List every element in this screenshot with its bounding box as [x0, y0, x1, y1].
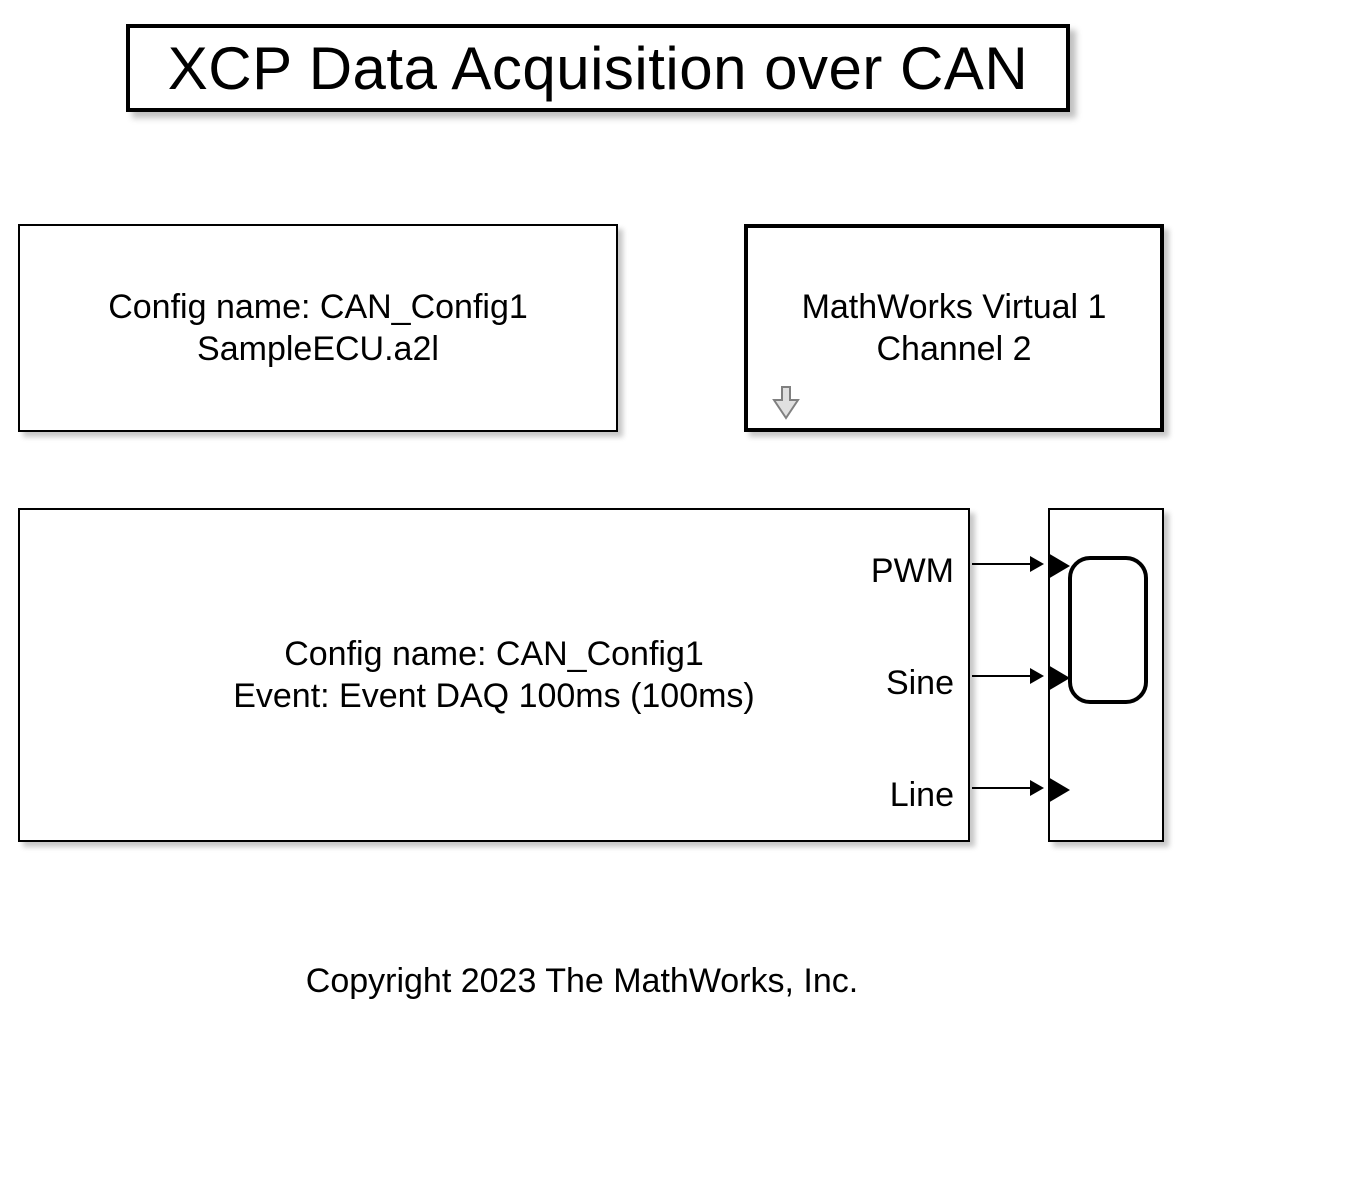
signal-arrowhead-sine: [1030, 668, 1044, 684]
a2l-file-label: SampleECU.a2l: [197, 328, 439, 371]
daq-center-text: Config name: CAN_Config1 Event: Event DA…: [20, 510, 968, 840]
output-port-sine-label: Sine: [886, 664, 954, 703]
scope-input-port-2: [1048, 665, 1070, 691]
channel-label: Channel 2: [876, 328, 1031, 371]
download-arrow-icon: [772, 386, 800, 420]
scope-input-port-3: [1048, 777, 1070, 803]
daq-config-name-label: Config name: CAN_Config1: [284, 633, 704, 676]
signal-line-line: [972, 787, 1032, 789]
title-text: XCP Data Acquisition over CAN: [168, 34, 1028, 103]
daq-event-label: Event: Event DAQ 100ms (100ms): [233, 675, 755, 718]
config-name-label: Config name: CAN_Config1: [108, 286, 528, 329]
scope-block[interactable]: [1048, 508, 1164, 842]
xcp-data-acquisition-block[interactable]: Config name: CAN_Config1 Event: Event DA…: [18, 508, 970, 842]
vendor-device-label: MathWorks Virtual 1: [802, 286, 1107, 329]
title-annotation-block[interactable]: XCP Data Acquisition over CAN: [126, 24, 1070, 112]
simulink-model-canvas: XCP Data Acquisition over CAN Config nam…: [0, 0, 1366, 1201]
signal-arrowhead-line: [1030, 780, 1044, 796]
xcp-configuration-block[interactable]: Config name: CAN_Config1 SampleECU.a2l: [18, 224, 618, 432]
output-port-pwm-label: PWM: [871, 552, 954, 591]
output-port-line-label: Line: [890, 776, 954, 815]
signal-line-sine: [972, 675, 1032, 677]
signal-line-pwm: [972, 563, 1032, 565]
scope-input-port-1: [1048, 553, 1070, 579]
signal-arrowhead-pwm: [1030, 556, 1044, 572]
xcp-can-transport-block[interactable]: MathWorks Virtual 1 Channel 2: [744, 224, 1164, 432]
copyright-annotation: Copyright 2023 The MathWorks, Inc.: [0, 962, 1164, 1001]
scope-screen-icon: [1068, 556, 1148, 704]
